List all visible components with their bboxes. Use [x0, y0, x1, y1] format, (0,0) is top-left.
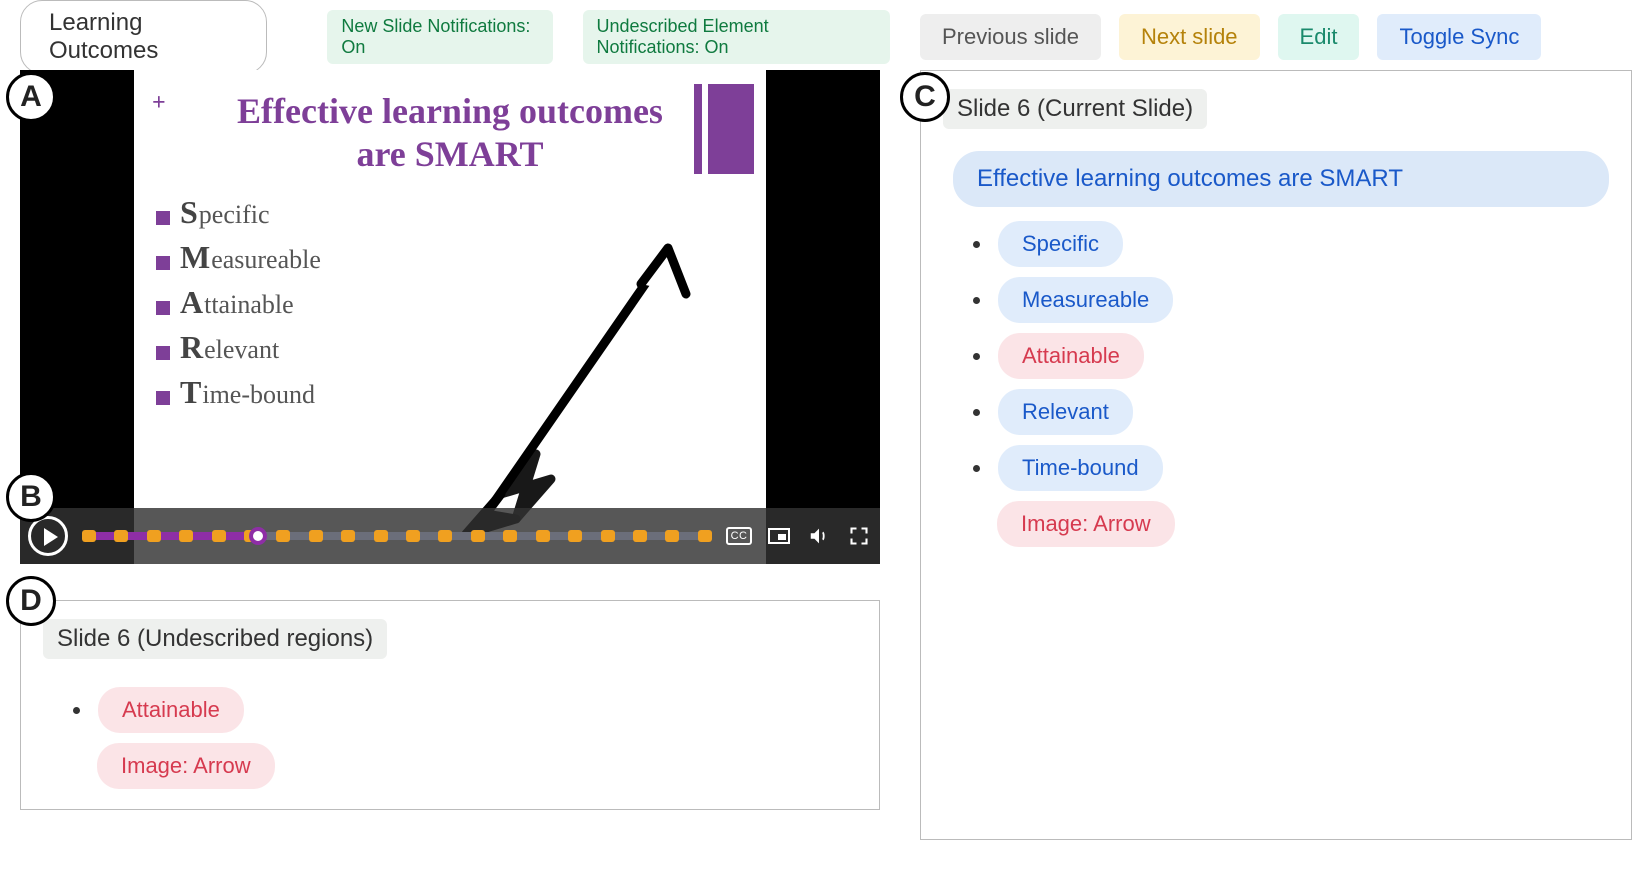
progress-bar[interactable] — [82, 532, 712, 540]
new-slide-notification-chip: New Slide Notifications: On — [327, 10, 552, 64]
undescribed-image-chip[interactable]: Image: Arrow — [97, 743, 275, 789]
edit-button[interactable]: Edit — [1278, 14, 1360, 60]
element-chip[interactable]: Time-bound — [998, 445, 1163, 491]
presentation-title: Learning Outcomes — [20, 0, 267, 74]
left-top-row: Learning Outcomes New Slide Notification… — [20, 10, 890, 64]
letterbox-right — [766, 70, 880, 564]
right-toolbar: Previous slide Next slide Edit Toggle Sy… — [920, 10, 1632, 64]
undescribed-panel-header: Slide 6 (Undescribed regions) — [43, 619, 387, 659]
video-player[interactable]: + Effective learning outcomes are SMART … — [20, 70, 880, 564]
arrow-image — [446, 214, 706, 534]
previous-slide-button[interactable]: Previous slide — [920, 14, 1101, 60]
image-chip[interactable]: Image: Arrow — [997, 501, 1175, 547]
fullscreen-button[interactable] — [846, 523, 872, 549]
undescribed-panel: Slide 6 (Undescribed regions) Attainable… — [20, 600, 880, 810]
slide-content: + Effective learning outcomes are SMART … — [134, 70, 766, 564]
volume-button[interactable] — [806, 523, 832, 549]
element-chip[interactable]: Relevant — [998, 389, 1133, 435]
current-slide-panel: Slide 6 (Current Slide) Effective learni… — [920, 70, 1632, 840]
undescribed-item: Attainable — [73, 687, 857, 733]
video-controls: CC — [20, 508, 880, 564]
element-chip[interactable]: Specific — [998, 221, 1123, 267]
undescribed-notification-chip: Undescribed Element Notifications: On — [583, 10, 890, 64]
annotation-b: B — [6, 472, 56, 522]
annotation-a: A — [6, 72, 56, 122]
undescribed-chip[interactable]: Attainable — [98, 687, 244, 733]
element-chip[interactable]: Measureable — [998, 277, 1173, 323]
next-slide-button[interactable]: Next slide — [1119, 14, 1260, 60]
play-button[interactable] — [28, 516, 68, 556]
captions-button[interactable]: CC — [726, 523, 752, 549]
annotation-d: D — [6, 576, 56, 626]
annotation-c: C — [900, 72, 950, 122]
slide-title: Effective learning outcomes are SMART — [152, 90, 748, 176]
element-chip[interactable]: Attainable — [998, 333, 1144, 379]
current-panel-header: Slide 6 (Current Slide) — [943, 89, 1207, 129]
plus-icon: + — [152, 90, 166, 117]
pip-button[interactable] — [766, 523, 792, 549]
undescribed-image-item: Image: Arrow — [97, 743, 857, 789]
slide-decor-bars — [694, 84, 754, 174]
toggle-sync-button[interactable]: Toggle Sync — [1377, 14, 1541, 60]
slide-title-chip[interactable]: Effective learning outcomes are SMART — [953, 151, 1609, 207]
